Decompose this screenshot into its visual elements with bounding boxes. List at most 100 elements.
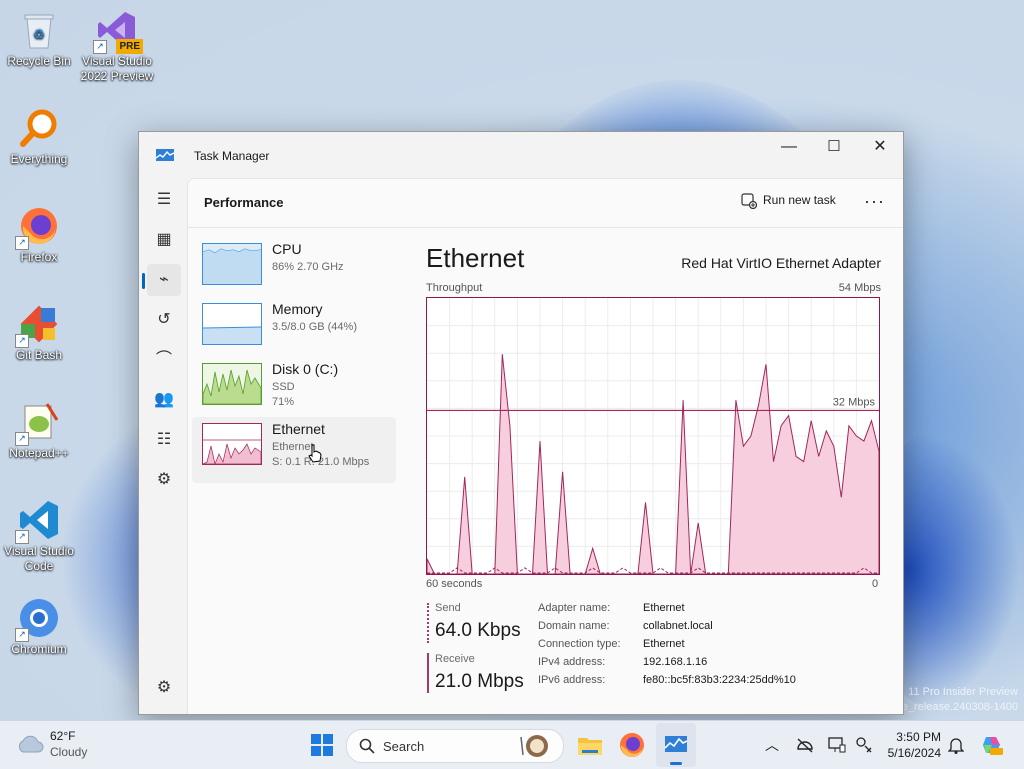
info-value: 192.168.1.16 bbox=[643, 656, 708, 668]
throughput-chart: 32 Mbps bbox=[426, 297, 880, 575]
page-title: Performance bbox=[204, 195, 284, 210]
chromium-icon: ↗ bbox=[15, 596, 61, 642]
resource-item-memory[interactable]: Memory 3.5/8.0 GB (44%) bbox=[192, 297, 396, 357]
info-value: fe80::bc5f:83b3:2234:25dd%10 bbox=[643, 674, 796, 686]
desktop-icon-firefox[interactable]: ↗ Firefox bbox=[0, 204, 78, 265]
task-manager-logo-icon bbox=[156, 149, 174, 161]
send-indicator bbox=[427, 603, 431, 643]
resource-name: Memory bbox=[272, 301, 323, 317]
nav-users[interactable]: 👥 bbox=[147, 384, 181, 416]
memory-thumbnail-graph bbox=[202, 303, 262, 345]
info-key: Connection type: bbox=[538, 638, 621, 650]
receive-label: Receive bbox=[435, 653, 475, 665]
notification-bell-icon[interactable] bbox=[948, 736, 964, 754]
app-history-icon: ↺ bbox=[157, 311, 171, 328]
shortcut-arrow-icon: ↗ bbox=[15, 530, 29, 544]
nav-processes[interactable]: ▦ bbox=[147, 224, 181, 256]
nav-settings[interactable]: ⚙ bbox=[147, 672, 181, 704]
weather-temperature: 62°F bbox=[50, 729, 76, 743]
clock-time[interactable]: 3:50 PM bbox=[883, 730, 941, 744]
desktop-icon-label: Chromium bbox=[11, 642, 67, 656]
running-indicator bbox=[670, 762, 682, 765]
resource-detail: 71% bbox=[272, 396, 295, 408]
run-task-icon bbox=[741, 193, 757, 209]
desktop-icon-vscode[interactable]: ↗ Visual Studio Code bbox=[0, 498, 78, 574]
info-value: collabnet.local bbox=[643, 620, 713, 632]
notepad-plus-plus-icon: ↗ bbox=[15, 400, 61, 446]
desktop-icon-label: Recycle Bin bbox=[7, 54, 71, 68]
x-axis-start-label: 60 seconds bbox=[426, 578, 483, 590]
accessibility-settings-icon[interactable] bbox=[855, 736, 873, 754]
desktop-icon-git-bash[interactable]: ↗ Git Bash bbox=[0, 302, 78, 363]
clock-date[interactable]: 5/16/2024 bbox=[883, 746, 941, 760]
visual-studio-icon: PRE ↗ bbox=[93, 8, 143, 54]
maximize-button[interactable]: ☐ bbox=[811, 132, 857, 162]
info-key: IPv6 address: bbox=[538, 674, 606, 686]
task-manager-taskbar-icon bbox=[664, 736, 688, 752]
send-value: 64.0 Kbps bbox=[435, 620, 521, 641]
show-hidden-icons-chevron-icon[interactable]: ︿ bbox=[765, 735, 779, 755]
taskbar-search-box[interactable]: Search bbox=[346, 729, 564, 763]
nav-performance[interactable]: ⌁ bbox=[147, 264, 181, 296]
navigation-rail: ☰ ▦ ⌁ ↺ ⌒ 👥 ☷ ⚙ ⚙ bbox=[139, 178, 187, 714]
resource-item-cpu[interactable]: CPU 86% 2.70 GHz bbox=[192, 237, 396, 297]
shortcut-arrow-icon: ↗ bbox=[15, 236, 29, 250]
receive-value: 21.0 Mbps bbox=[435, 671, 524, 692]
nav-app-history[interactable]: ↺ bbox=[147, 304, 181, 336]
copilot-icon[interactable] bbox=[980, 733, 1004, 757]
users-icon: 👥 bbox=[154, 391, 174, 408]
nav-details[interactable]: ☷ bbox=[147, 424, 181, 456]
nav-startup-apps[interactable]: ⌒ bbox=[147, 344, 181, 376]
resource-detail: SSD bbox=[272, 381, 295, 393]
window-title: Task Manager bbox=[194, 149, 270, 163]
firefox-taskbar-icon[interactable] bbox=[618, 731, 646, 759]
more-options-button[interactable]: ··· bbox=[864, 191, 885, 212]
processes-icon: ▦ bbox=[156, 231, 172, 248]
throughput-label: Throughput bbox=[426, 282, 483, 294]
detail-title: Ethernet bbox=[426, 243, 525, 273]
page-header: Performance Run new task ··· bbox=[188, 179, 903, 228]
cpu-thumbnail-graph bbox=[202, 243, 262, 285]
vscode-icon: ↗ bbox=[15, 498, 61, 544]
resource-name: Disk 0 (C:) bbox=[272, 361, 339, 377]
cloud-icon bbox=[18, 735, 44, 753]
info-key: Adapter name: bbox=[538, 602, 611, 614]
shortcut-arrow-icon: ↗ bbox=[15, 334, 29, 348]
desktop-icon-everything[interactable]: Everything bbox=[0, 106, 78, 167]
desktop-icon-notepad-plus-plus[interactable]: ↗ Notepad++ bbox=[0, 400, 78, 461]
close-button[interactable]: ✕ bbox=[857, 132, 903, 162]
shortcut-arrow-icon: ↗ bbox=[93, 40, 107, 54]
desktop-icon-visual-studio[interactable]: PRE ↗ Visual Studio 2022 Preview bbox=[78, 8, 156, 84]
git-bash-icon: ↗ bbox=[15, 302, 61, 348]
taskbar: 62°F Cloudy Search ︿ 3:50 PM 5/16/2024 bbox=[0, 720, 1024, 769]
preview-badge: PRE bbox=[116, 39, 143, 54]
firefox-icon: ↗ bbox=[15, 204, 61, 250]
task-manager-taskbar-button[interactable] bbox=[656, 723, 696, 767]
resource-item-disk[interactable]: Disk 0 (C:) SSD 71% bbox=[192, 357, 396, 417]
desktop-icon-label: Notepad++ bbox=[9, 446, 69, 460]
services-icon: ⚙ bbox=[156, 471, 172, 488]
desktop-icon-chromium[interactable]: ↗ Chromium bbox=[0, 596, 78, 657]
resource-item-ethernet[interactable]: Ethernet Ethernet S: 0.1 R: 21.0 Mbps bbox=[192, 417, 396, 483]
desktop-icon-label: Firefox bbox=[20, 250, 58, 264]
info-key: Domain name: bbox=[538, 620, 610, 632]
menu-icon: ☰ bbox=[156, 191, 172, 208]
adapter-description: Red Hat VirtIO Ethernet Adapter bbox=[681, 255, 881, 271]
resource-name: CPU bbox=[272, 241, 302, 257]
svg-text:♻: ♻ bbox=[33, 27, 45, 42]
minimize-button[interactable]: — bbox=[766, 132, 812, 162]
title-bar[interactable]: Task Manager — ☐ ✕ bbox=[139, 132, 903, 178]
desktop-icon-recycle-bin[interactable]: ♻ Recycle Bin bbox=[0, 8, 78, 69]
info-key: IPv4 address: bbox=[538, 656, 606, 668]
network-offline-icon[interactable] bbox=[796, 737, 814, 753]
start-button-windows-icon[interactable] bbox=[308, 731, 336, 759]
display-icon[interactable] bbox=[828, 736, 846, 754]
settings-icon: ⚙ bbox=[156, 679, 172, 696]
hamburger-menu-button[interactable]: ☰ bbox=[147, 184, 181, 216]
run-new-task-button[interactable]: Run new task bbox=[741, 193, 836, 213]
hand-pointer-cursor-icon bbox=[308, 444, 322, 463]
resource-detail: 86% 2.70 GHz bbox=[272, 261, 344, 273]
search-icon bbox=[359, 738, 375, 754]
nav-services[interactable]: ⚙ bbox=[147, 464, 181, 496]
file-explorer-icon[interactable] bbox=[576, 731, 604, 759]
